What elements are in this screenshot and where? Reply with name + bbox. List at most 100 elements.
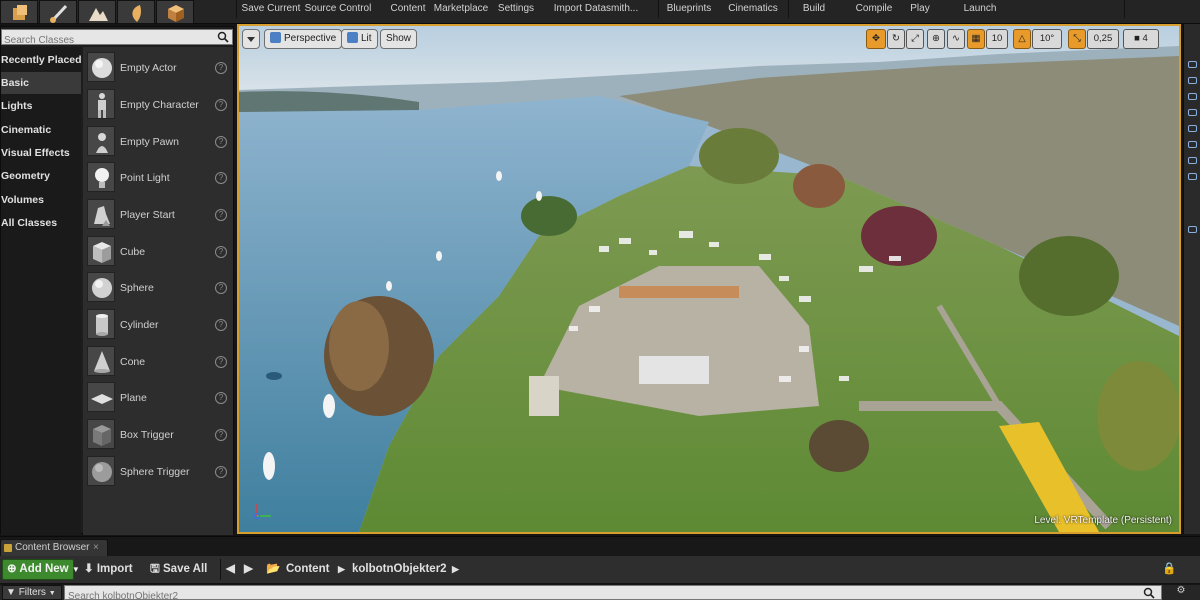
grid-snap-value[interactable]: 10 bbox=[986, 29, 1008, 49]
source-control-button[interactable]: Source Control bbox=[304, 0, 372, 18]
scale-snap-icon[interactable]: ⤡ bbox=[1068, 29, 1086, 49]
content-browser-tab[interactable]: Content Browser × bbox=[0, 539, 108, 557]
world-space-icon[interactable]: ⊕ bbox=[927, 29, 945, 49]
path-segment-content[interactable]: Content bbox=[286, 559, 329, 580]
lit-button[interactable]: Lit bbox=[341, 29, 378, 49]
geometry-mode-icon[interactable] bbox=[156, 0, 194, 24]
help-icon[interactable]: ? bbox=[215, 319, 227, 331]
placeable-cone[interactable]: Cone ? bbox=[83, 344, 233, 380]
placeable-sphere-trigger[interactable]: Sphere Trigger ? bbox=[83, 454, 233, 490]
launch-button[interactable]: Launch bbox=[958, 0, 1002, 18]
surface-snap-icon[interactable]: ∿ bbox=[947, 29, 965, 49]
asset-search-input[interactable] bbox=[65, 590, 1135, 600]
cube-icon bbox=[87, 236, 115, 266]
path-separator-icon[interactable]: ▶ bbox=[338, 559, 345, 580]
help-icon[interactable]: ? bbox=[215, 466, 227, 478]
help-icon[interactable]: ? bbox=[215, 282, 227, 294]
help-icon[interactable]: ? bbox=[215, 136, 227, 148]
place-mode-icon[interactable] bbox=[0, 0, 38, 24]
compile-button[interactable]: Compile bbox=[852, 0, 896, 18]
content-button[interactable]: Content bbox=[388, 0, 428, 18]
help-icon[interactable]: ? bbox=[215, 172, 227, 184]
category-lights[interactable]: Lights bbox=[1, 95, 81, 117]
category-all-classes[interactable]: All Classes bbox=[1, 212, 81, 234]
placeable-player-start[interactable]: Player Start ? bbox=[83, 197, 233, 233]
placeable-cylinder[interactable]: Cylinder ? bbox=[83, 307, 233, 343]
help-icon[interactable]: ? bbox=[215, 99, 227, 111]
build-button[interactable]: Build bbox=[796, 0, 832, 18]
help-icon[interactable]: ? bbox=[215, 209, 227, 221]
perspective-button[interactable]: Perspective bbox=[264, 29, 343, 49]
level-viewport[interactable]: Perspective Lit Show ✥ ↻ ⤢ ⊕ ∿ ▦ 10 △ 10… bbox=[237, 24, 1181, 534]
translate-tool-icon[interactable]: ✥ bbox=[866, 29, 886, 49]
category-geometry[interactable]: Geometry bbox=[1, 165, 81, 187]
placeable-plane[interactable]: Plane ? bbox=[83, 380, 233, 416]
close-icon[interactable]: × bbox=[93, 542, 99, 553]
placeable-sphere[interactable]: Sphere ? bbox=[83, 270, 233, 306]
save-all-label: Save All bbox=[163, 563, 208, 575]
import-datasmith-button[interactable]: Import Datasmith... bbox=[552, 0, 640, 18]
details-row-icon bbox=[1188, 226, 1197, 233]
toolbar-separator bbox=[236, 0, 237, 18]
class-search-input[interactable] bbox=[2, 33, 212, 48]
placeable-point-light[interactable]: Point Light ? bbox=[83, 160, 233, 196]
import-button[interactable]: ⬇ Import bbox=[84, 559, 133, 580]
back-arrow-icon[interactable]: ◀ bbox=[226, 559, 235, 580]
forward-arrow-icon[interactable]: ▶ bbox=[244, 559, 253, 580]
details-row-icon bbox=[1188, 109, 1197, 116]
save-current-button[interactable]: Save Current bbox=[240, 0, 302, 18]
rotation-snap-icon[interactable]: △ bbox=[1013, 29, 1031, 49]
foliage-mode-icon[interactable] bbox=[117, 0, 155, 24]
placeable-box-trigger[interactable]: Box Trigger ? bbox=[83, 417, 233, 453]
lit-icon bbox=[347, 32, 358, 43]
marketplace-button[interactable]: Marketplace bbox=[432, 0, 490, 18]
grid-snap-icon[interactable]: ▦ bbox=[967, 29, 985, 49]
help-icon[interactable]: ? bbox=[215, 62, 227, 74]
help-icon[interactable]: ? bbox=[215, 246, 227, 258]
scale-snap-value[interactable]: 0,25 bbox=[1087, 29, 1119, 49]
placeable-cube[interactable]: Cube ? bbox=[83, 234, 233, 270]
category-cinematic[interactable]: Cinematic bbox=[1, 119, 81, 141]
cinematics-button[interactable]: Cinematics bbox=[724, 0, 782, 18]
help-icon[interactable]: ? bbox=[215, 429, 227, 441]
camera-speed-value: 4 bbox=[1142, 33, 1148, 44]
rotate-tool-icon[interactable]: ↻ bbox=[887, 29, 905, 49]
blueprints-button[interactable]: Blueprints bbox=[662, 0, 716, 18]
placeable-empty-pawn[interactable]: Empty Pawn ? bbox=[83, 124, 233, 160]
play-button[interactable]: Play bbox=[902, 0, 938, 18]
search-icon[interactable] bbox=[1143, 587, 1155, 599]
scale-tool-icon[interactable]: ⤢ bbox=[906, 29, 924, 49]
main-toolbar: Save Current Source Control Content Mark… bbox=[0, 0, 1200, 24]
search-icon[interactable] bbox=[217, 31, 229, 43]
category-basic[interactable]: Basic bbox=[1, 72, 81, 94]
rotation-snap-value[interactable]: 10° bbox=[1032, 29, 1062, 49]
path-segment-folder[interactable]: kolbotnObjekter2 bbox=[352, 559, 447, 580]
placeable-list: Empty Actor ? Empty Character ? Empty Pa… bbox=[83, 47, 233, 535]
path-separator-icon[interactable]: ▶ bbox=[452, 559, 459, 580]
placeable-empty-actor[interactable]: Empty Actor ? bbox=[83, 50, 233, 86]
lock-icon[interactable]: 🔒 bbox=[1162, 559, 1176, 580]
placeable-label: Box Trigger bbox=[120, 429, 174, 441]
import-icon: ⬇ bbox=[84, 563, 94, 575]
category-volumes[interactable]: Volumes bbox=[1, 189, 81, 211]
chevron-down-icon bbox=[247, 37, 255, 42]
filters-button[interactable]: ▼ Filters ▼ bbox=[2, 585, 62, 600]
class-search-box bbox=[1, 29, 233, 48]
show-button[interactable]: Show bbox=[380, 29, 418, 49]
perspective-label: Perspective bbox=[284, 33, 337, 44]
category-visual-effects[interactable]: Visual Effects bbox=[1, 142, 81, 164]
help-icon[interactable]: ? bbox=[215, 392, 227, 404]
viewport-options-button[interactable] bbox=[242, 29, 260, 49]
add-new-button[interactable]: ⊕ Add New ▼ bbox=[2, 559, 80, 580]
toolbar-separator bbox=[1124, 0, 1125, 18]
placeable-empty-character[interactable]: Empty Character ? bbox=[83, 87, 233, 123]
point-light-icon bbox=[87, 162, 115, 192]
paint-mode-icon[interactable] bbox=[39, 0, 77, 24]
category-recently-placed[interactable]: Recently Placed bbox=[1, 49, 81, 71]
help-icon[interactable]: ? bbox=[215, 356, 227, 368]
landscape-mode-icon[interactable] bbox=[78, 0, 116, 24]
settings-button[interactable]: Settings bbox=[494, 0, 538, 18]
save-all-button[interactable]: 🖫 Save All bbox=[150, 559, 207, 580]
view-options-icon[interactable]: ⚙ bbox=[1166, 585, 1196, 600]
camera-speed-button[interactable]: ■ 4 bbox=[1123, 29, 1159, 49]
